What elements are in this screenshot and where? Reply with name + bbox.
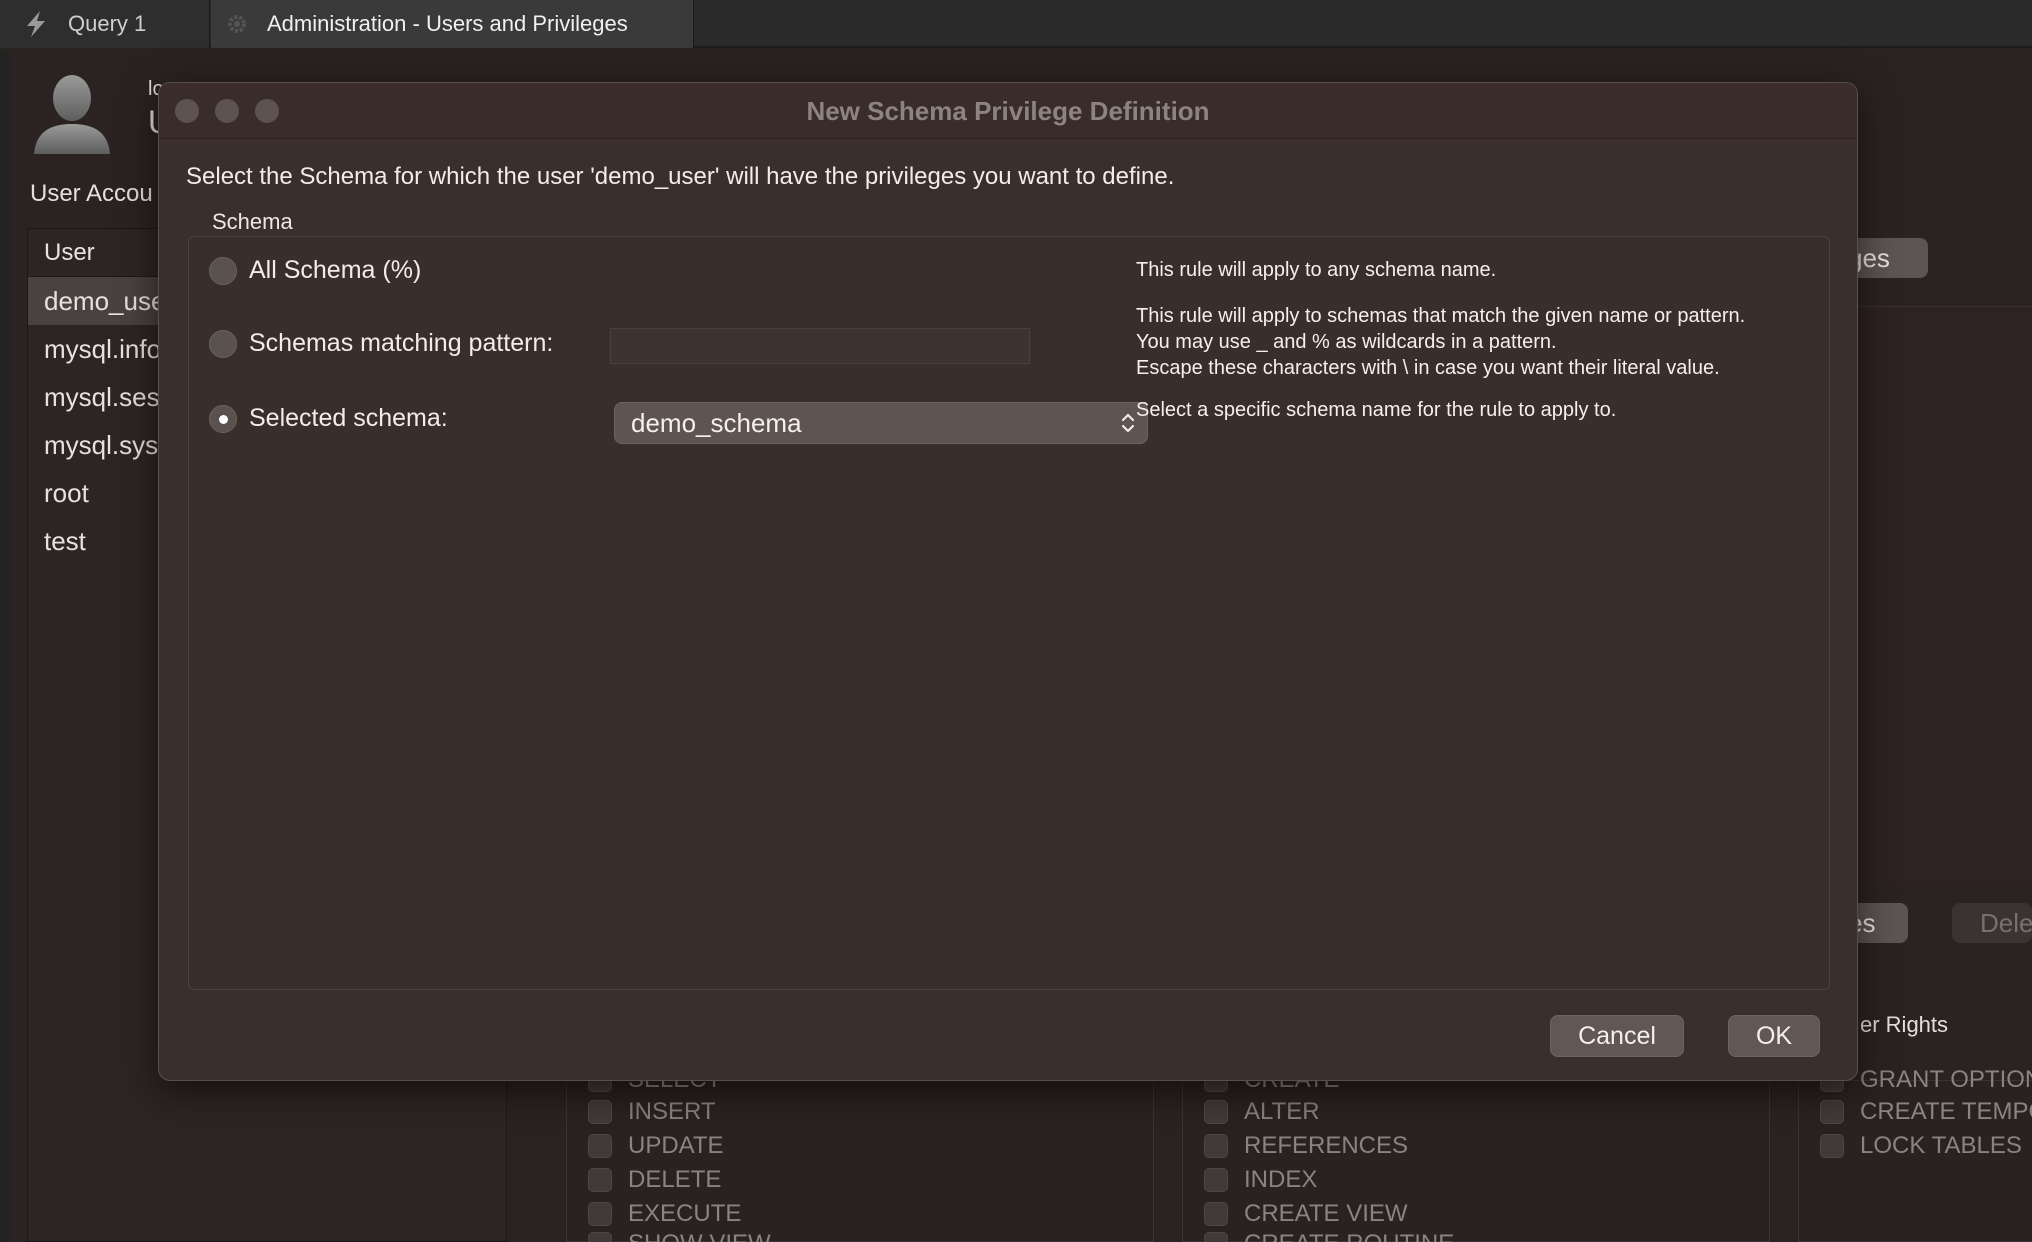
schema-group-label: Schema	[212, 209, 293, 234]
selected-schema-label: Selected schema:	[249, 404, 448, 432]
pattern-option[interactable]: Schemas matching pattern:	[209, 329, 553, 358]
schema-select[interactable]: demo_schema	[614, 402, 1148, 444]
selected-schema-option[interactable]: Selected schema:	[209, 404, 448, 433]
all-schema-label: All Schema (%)	[249, 256, 422, 284]
user-accounts-label: User Accou	[30, 180, 153, 207]
dialog-instruction: Select the Schema for which the user 'de…	[186, 163, 1175, 190]
checkbox[interactable]	[588, 1168, 612, 1192]
all-schema-description: This rule will apply to any schema name.	[1136, 259, 1497, 281]
pattern-label: Schemas matching pattern:	[249, 329, 554, 357]
privilege-create-temp[interactable]: CREATE TEMPO	[1820, 1098, 2032, 1126]
tab-label: Administration - Users and Privileges	[267, 11, 628, 36]
checkbox[interactable]	[1820, 1134, 1844, 1158]
checkbox[interactable]	[588, 1202, 612, 1226]
lightning-bolt-icon	[27, 11, 45, 37]
pattern-description-line-2: You may use _ and % as wildcards in a pa…	[1136, 331, 1557, 353]
privilege-alter[interactable]: ALTER	[1204, 1098, 1320, 1126]
schema-pattern-input[interactable]	[610, 328, 1030, 364]
pattern-radio[interactable]	[209, 329, 237, 358]
delete-entry-button[interactable]: Dele	[1952, 903, 2032, 943]
tab-label: Query 1	[68, 11, 147, 36]
right-panel	[1856, 306, 2032, 882]
checkbox[interactable]	[588, 1100, 612, 1124]
all-schema-radio[interactable]	[209, 256, 237, 285]
tab-administration[interactable]: Administration - Users and Privileges	[211, 0, 694, 48]
selected-schema-radio[interactable]	[209, 404, 237, 433]
privilege-update[interactable]: UPDATE	[588, 1132, 724, 1160]
new-schema-privilege-dialog: New Schema Privilege Definition Select t…	[158, 82, 1858, 1081]
checkbox[interactable]	[588, 1134, 612, 1158]
pattern-description-line-3: Escape these characters with \ in case y…	[1136, 357, 1720, 379]
privilege-insert[interactable]: INSERT	[588, 1098, 716, 1126]
gear-icon	[228, 15, 246, 33]
other-rights-label: er Rights	[1860, 1012, 1949, 1037]
user-silhouette-icon	[34, 75, 110, 154]
schema-select-value: demo_schema	[631, 408, 802, 438]
privilege-create-routine[interactable]: CREATE ROUTINE	[1204, 1230, 1454, 1242]
checkbox[interactable]	[1204, 1100, 1228, 1124]
privilege-index[interactable]: INDEX	[1204, 1166, 1317, 1194]
tab-query-1[interactable]: Query 1	[0, 0, 210, 48]
dialog-titlebar: New Schema Privilege Definition	[159, 83, 1857, 139]
dialog-title: New Schema Privilege Definition	[806, 96, 1210, 126]
pattern-description-line-1: This rule will apply to schemas that mat…	[1136, 305, 1746, 327]
checkbox[interactable]	[588, 1232, 612, 1242]
privilege-references[interactable]: REFERENCES	[1204, 1132, 1408, 1160]
checkbox[interactable]	[1204, 1134, 1228, 1158]
checkbox[interactable]	[1204, 1232, 1228, 1242]
privilege-execute[interactable]: EXECUTE	[588, 1200, 741, 1228]
privilege-delete[interactable]: DELETE	[588, 1166, 721, 1194]
tab-bar: Query 1 Administration - Users and Privi…	[0, 0, 2032, 48]
cancel-button[interactable]: Cancel	[1550, 1015, 1684, 1057]
checkbox[interactable]	[1204, 1168, 1228, 1192]
all-schema-option[interactable]: All Schema (%)	[209, 256, 421, 285]
privilege-create-view[interactable]: CREATE VIEW	[1204, 1200, 1408, 1228]
ok-button[interactable]: OK	[1728, 1015, 1820, 1057]
schema-group-box: All Schema (%) This rule will apply to a…	[188, 236, 1830, 990]
selected-schema-description: Select a specific schema name for the ru…	[1136, 399, 1617, 421]
left-gutter	[0, 50, 10, 1242]
checkbox[interactable]	[1204, 1202, 1228, 1226]
privilege-show-view[interactable]: SHOW VIEW	[588, 1230, 771, 1242]
privilege-lock-tables[interactable]: LOCK TABLES	[1820, 1132, 2022, 1160]
checkbox[interactable]	[1820, 1100, 1844, 1124]
up-down-chevron-icon	[1121, 413, 1135, 433]
